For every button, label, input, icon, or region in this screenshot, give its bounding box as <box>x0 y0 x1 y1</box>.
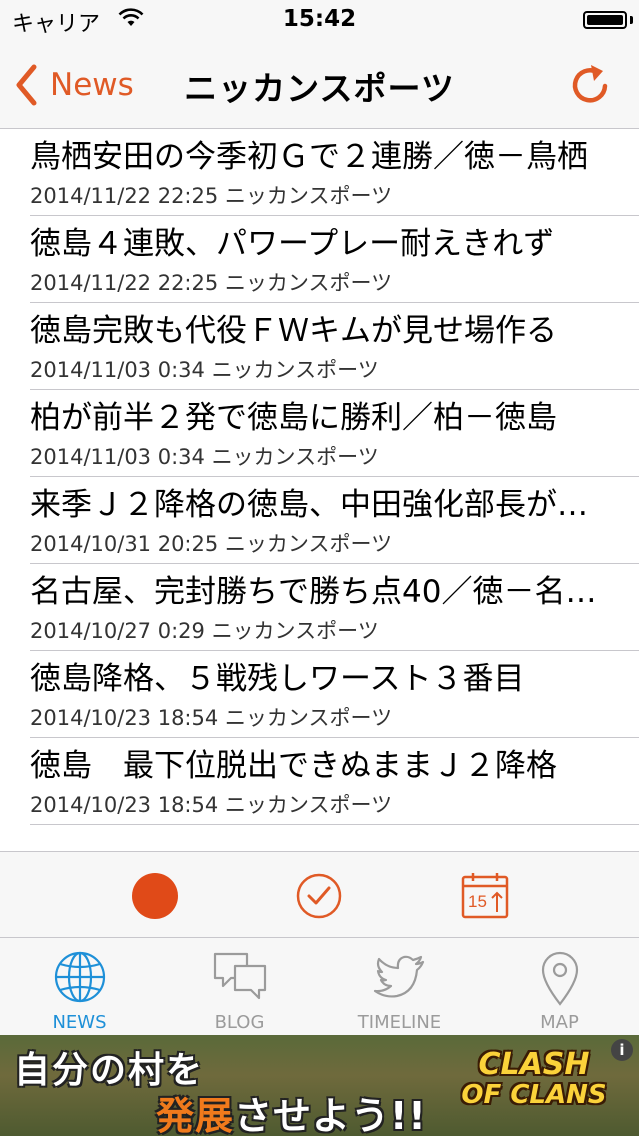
article-source: ニッカンスポーツ <box>211 445 379 469</box>
article-date: 2014/10/31 20:25 <box>30 532 219 556</box>
article-meta: 2014/10/31 20:25 ニッカンスポーツ <box>30 528 392 558</box>
sort-by-date-button[interactable]: 15 <box>460 872 510 920</box>
tab-timeline[interactable]: TIMELINE <box>320 938 479 1036</box>
tab-map-label: MAP <box>540 1012 579 1033</box>
article-date: 2014/11/22 22:25 <box>30 271 219 295</box>
list-item[interactable] <box>0 825 639 851</box>
battery-icon <box>583 11 627 29</box>
article-date: 2014/11/22 22:25 <box>30 184 219 208</box>
article-meta: 2014/10/23 18:54 ニッカンスポーツ <box>30 702 392 732</box>
battery-tip <box>630 16 633 24</box>
ad-info-icon[interactable]: i <box>611 1039 633 1061</box>
tab-blog[interactable]: BLOG <box>160 938 319 1036</box>
article-meta: 2014/10/23 18:54 ニッカンスポーツ <box>30 789 392 819</box>
tab-blog-label: BLOG <box>214 1012 265 1033</box>
article-date: 2014/11/03 0:34 <box>30 445 205 469</box>
list-item[interactable]: 徳島完敗も代役ＦＷキムが見せ場作る 2014/11/03 0:34 ニッカンスポ… <box>0 303 639 390</box>
article-meta: 2014/11/22 22:25 ニッカンスポーツ <box>30 180 392 210</box>
article-source: ニッカンスポーツ <box>224 793 393 817</box>
article-list[interactable]: 鳥栖安田の今季初Ｇで２連勝／徳－鳥栖 2014/11/22 22:25 ニッカン… <box>0 129 639 851</box>
article-date: 2014/10/23 18:54 <box>30 793 219 817</box>
article-meta: 2014/11/22 22:25 ニッカンスポーツ <box>30 267 392 297</box>
article-meta: 2014/11/03 0:34 ニッカンスポーツ <box>30 354 379 384</box>
ad-banner[interactable]: 自分の村を 発展させよう!! CLASH OF CLANS i <box>0 1035 639 1136</box>
refresh-button[interactable] <box>567 62 613 108</box>
article-title: 鳥栖安田の今季初Ｇで２連勝／徳－鳥栖 <box>30 139 588 175</box>
ad-logo-sub: OF CLANS <box>461 1080 607 1110</box>
article-source: ニッカンスポーツ <box>224 184 393 208</box>
article-source: ニッカンスポーツ <box>211 619 379 643</box>
mark-read-button[interactable] <box>295 872 343 920</box>
list-item[interactable]: 徳島４連敗、パワープレー耐えきれず 2014/11/22 22:25 ニッカンス… <box>0 216 639 303</box>
status-bar: キャリア 15:42 <box>0 0 639 40</box>
page-title: ニッカンスポーツ <box>184 69 455 108</box>
tab-bar: NEWS BLOG TIMELINE MAP <box>0 937 639 1036</box>
article-source: ニッカンスポーツ <box>224 271 393 295</box>
status-time: 15:42 <box>282 6 357 32</box>
ad-highlight: 発展 <box>156 1094 235 1136</box>
navigation-bar: News ニッカンスポーツ <box>0 40 639 129</box>
record-button[interactable] <box>131 872 179 920</box>
tab-timeline-label: TIMELINE <box>357 1012 442 1033</box>
list-item[interactable]: 名古屋、完封勝ちで勝ち点40／徳－名古屋 2014/10/27 0:29 ニッカ… <box>0 564 639 651</box>
article-title: 来季Ｊ２降格の徳島、中田強化部長が辞任 <box>30 487 610 523</box>
article-source: ニッカンスポーツ <box>211 358 379 382</box>
globe-icon <box>54 951 105 1003</box>
check-circle-icon <box>296 873 342 919</box>
bottom-toolbar: 15 <box>0 851 639 938</box>
article-meta: 2014/11/03 0:34 ニッカンスポーツ <box>30 441 379 471</box>
article-date: 2014/10/23 18:54 <box>30 706 219 730</box>
record-icon <box>132 873 178 919</box>
list-item[interactable]: 鳥栖安田の今季初Ｇで２連勝／徳－鳥栖 2014/11/22 22:25 ニッカン… <box>0 129 639 216</box>
article-title: 徳島 最下位脱出できぬままＪ２降格 <box>30 748 557 784</box>
article-title: 名古屋、完封勝ちで勝ち点40／徳－名古屋 <box>30 574 610 610</box>
chat-bubbles-icon <box>213 952 266 1000</box>
tab-news[interactable]: NEWS <box>0 938 159 1036</box>
article-title: 徳島降格、５戦残しワースト３番目 <box>30 661 525 697</box>
article-date: 2014/10/27 0:29 <box>30 619 205 643</box>
article-title: 徳島完敗も代役ＦＷキムが見せ場作る <box>30 313 557 349</box>
list-item[interactable]: 来季Ｊ２降格の徳島、中田強化部長が辞任 2014/10/31 20:25 ニッカ… <box>0 477 639 564</box>
list-item[interactable]: 徳島降格、５戦残しワースト３番目 2014/10/23 18:54 ニッカンスポ… <box>0 651 639 738</box>
article-date: 2014/11/03 0:34 <box>30 358 205 382</box>
article-title: 徳島４連敗、パワープレー耐えきれず <box>30 226 555 262</box>
tab-news-label: NEWS <box>52 1012 107 1033</box>
refresh-icon <box>572 65 608 103</box>
list-item[interactable]: 徳島 最下位脱出できぬままＪ２降格 2014/10/23 18:54 ニッカンス… <box>0 738 639 825</box>
article-meta: 2014/10/27 0:29 ニッカンスポーツ <box>30 615 379 645</box>
tab-map[interactable]: MAP <box>480 938 639 1036</box>
list-item[interactable]: 柏が前半２発で徳島に勝利／柏－徳島 2014/11/03 0:34 ニッカンスポ… <box>0 390 639 477</box>
article-title: 柏が前半２発で徳島に勝利／柏－徳島 <box>30 400 557 436</box>
map-pin-icon <box>541 951 578 1006</box>
bird-icon <box>373 955 424 998</box>
article-source: ニッカンスポーツ <box>224 706 393 730</box>
ad-logo-main: CLASH <box>478 1047 590 1082</box>
calendar-day-label: 15 <box>468 892 487 911</box>
article-source: ニッカンスポーツ <box>224 532 393 556</box>
ad-logo: CLASH OF CLANS <box>459 1047 609 1110</box>
ad-subheadline: 発展させよう!! <box>156 1085 427 1136</box>
ad-subheadline-rest: させよう!! <box>234 1094 427 1136</box>
